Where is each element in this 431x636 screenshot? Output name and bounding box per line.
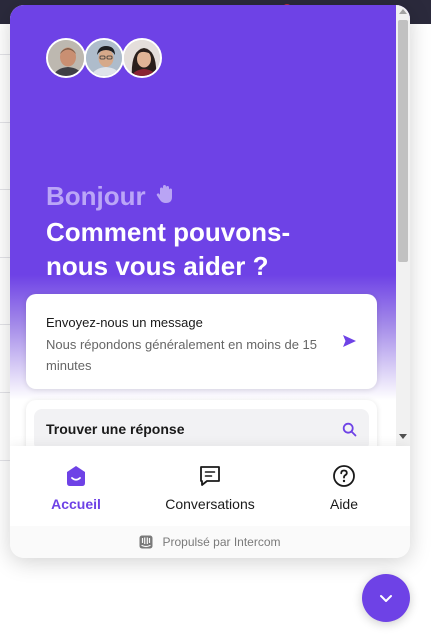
greeting: Bonjour (46, 181, 176, 212)
avatar (46, 38, 86, 78)
avatar (122, 38, 162, 78)
tab-accueil[interactable]: Accueil (24, 446, 128, 526)
messenger-panel: Bonjour Comment pouvons-nous vous aider … (10, 5, 410, 558)
headline: Comment pouvons-nous vous aider ? (46, 217, 291, 281)
chat-icon (200, 466, 220, 486)
tab-conversations[interactable]: Conversations (150, 446, 270, 526)
search-icon (342, 422, 357, 437)
tab-label: Conversations (165, 496, 255, 512)
scrollbar-thumb[interactable] (398, 20, 408, 262)
chevron-down-icon (380, 595, 392, 602)
send-icon (343, 335, 356, 347)
scroll-down-arrow-icon[interactable] (399, 434, 407, 439)
intercom-logo-icon (139, 535, 153, 549)
powered-by-footer[interactable]: Propulsé par Intercom (10, 526, 410, 558)
search-help-input[interactable]: Trouver une réponse (34, 409, 369, 446)
response-time-text: Nous répondons généralement en moins de … (46, 337, 318, 373)
tab-label: Accueil (51, 496, 101, 512)
tab-aide[interactable]: Aide (302, 446, 386, 526)
home-icon (67, 466, 85, 486)
tab-label: Aide (329, 496, 359, 512)
scrollbar[interactable] (396, 5, 410, 446)
scroll-up-arrow-icon[interactable] (399, 9, 407, 14)
powered-by-text: Propulsé par Intercom (162, 535, 281, 549)
search-help-card: Trouver une réponse (26, 400, 377, 446)
send-message-card[interactable]: Envoyez-nous un message Nous répondons g… (26, 294, 377, 389)
avatar (84, 38, 124, 78)
messenger-home-content[interactable]: Bonjour Comment pouvons-nous vous aider … (10, 5, 410, 446)
waving-hand-icon (154, 183, 176, 211)
bottom-navigation: Accueil Conversations Aide (10, 446, 410, 526)
search-help-label: Trouver une réponse (46, 421, 185, 437)
send-message-title: Envoyez-nous un message (46, 315, 203, 330)
messenger-launcher-button[interactable] (362, 574, 410, 622)
help-icon (333, 465, 355, 487)
greeting-text: Bonjour (46, 181, 146, 211)
